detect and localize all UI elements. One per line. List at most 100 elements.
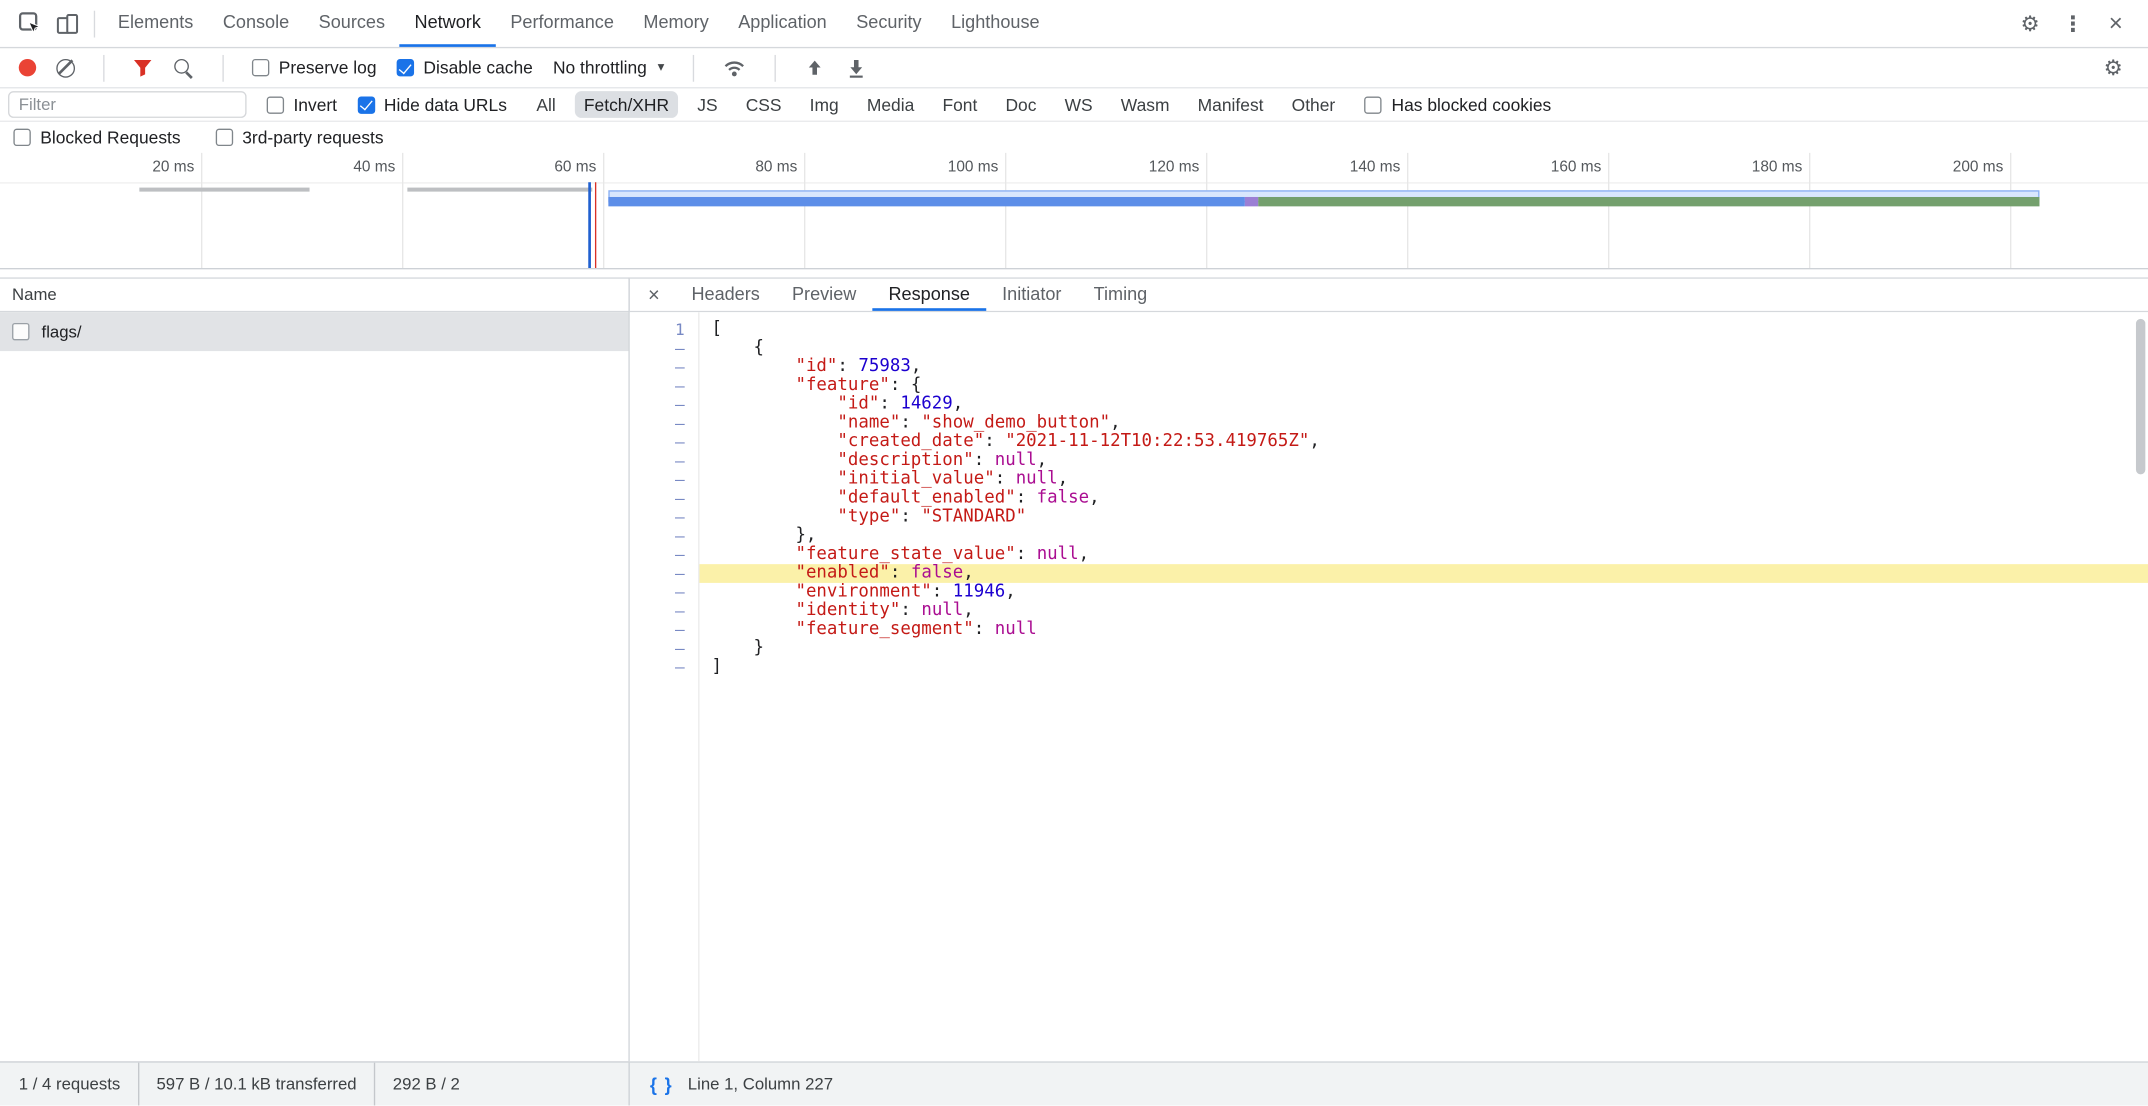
- toolbar-divider: [103, 54, 104, 81]
- request-blocking-bar: Blocked Requests 3rd-party requests: [0, 122, 2148, 153]
- tab-response[interactable]: Response: [872, 279, 986, 311]
- filter-type-ws[interactable]: WS: [1055, 91, 1102, 118]
- filter-funnel-icon[interactable]: [133, 58, 153, 78]
- disable-cache-checkbox[interactable]: Disable cache: [397, 58, 533, 78]
- settings-gear-icon[interactable]: ⚙: [2014, 10, 2046, 37]
- close-detail-icon[interactable]: ×: [632, 279, 675, 311]
- request-bar-sliver: [1245, 197, 1258, 206]
- tab-security[interactable]: Security: [841, 0, 936, 47]
- filter-type-media[interactable]: Media: [857, 91, 923, 118]
- gutter-line-marker: –: [630, 414, 698, 433]
- record-button[interactable]: [19, 59, 36, 76]
- overview-grid[interactable]: 20 ms40 ms60 ms80 ms100 ms120 ms140 ms16…: [0, 153, 2148, 270]
- network-settings-gear-icon[interactable]: ⚙: [2097, 54, 2129, 81]
- checkbox-label: 3rd-party requests: [242, 127, 383, 147]
- toolbar-divider: [222, 54, 223, 81]
- code-line: "initial_value": null,: [699, 470, 2148, 489]
- scrollbar-thumb[interactable]: [2136, 319, 2145, 474]
- device-toolbar-icon[interactable]: [48, 5, 86, 43]
- name-column-header[interactable]: Name: [0, 285, 57, 304]
- gutter-line-marker: –: [630, 564, 698, 583]
- gutter-line-marker: –: [630, 452, 698, 471]
- filter-type-all[interactable]: All: [527, 91, 565, 118]
- toolbar-divider: [774, 54, 775, 81]
- tab-performance[interactable]: Performance: [496, 0, 629, 47]
- filter-type-manifest[interactable]: Manifest: [1188, 91, 1273, 118]
- close-devtools-icon[interactable]: ×: [2100, 9, 2132, 37]
- overview-gridline: [1005, 153, 1006, 268]
- gutter-line-marker: 1: [630, 320, 698, 339]
- gutter-line-marker: –: [630, 658, 698, 677]
- code-line: }: [699, 639, 2148, 658]
- tab-console[interactable]: Console: [208, 0, 304, 47]
- network-toolbar: Preserve log Disable cache No throttling…: [0, 48, 2148, 88]
- request-bar-small-1: [139, 188, 309, 192]
- code-line: "feature_segment": null: [699, 620, 2148, 639]
- tab-timing[interactable]: Timing: [1078, 279, 1164, 311]
- overview-gridline: [1608, 153, 1609, 268]
- tab-application[interactable]: Application: [723, 0, 841, 47]
- filter-type-fetch-xhr[interactable]: Fetch/XHR: [575, 91, 679, 118]
- filter-type-img[interactable]: Img: [800, 91, 848, 118]
- export-har-icon[interactable]: [845, 57, 866, 78]
- hide-data-urls-checkbox[interactable]: Hide data URLs: [357, 94, 507, 114]
- tab-elements[interactable]: Elements: [103, 0, 208, 47]
- overview-gridline: [201, 153, 202, 268]
- throttling-dropdown[interactable]: No throttling ▾: [553, 58, 664, 78]
- code-line: "description": null,: [699, 452, 2148, 471]
- checkbox-label: Hide data URLs: [384, 94, 507, 114]
- tab-sources[interactable]: Sources: [304, 0, 400, 47]
- tab-network[interactable]: Network: [400, 0, 496, 47]
- checkbox-box: [267, 96, 284, 113]
- has-blocked-cookies-checkbox[interactable]: Has blocked cookies: [1365, 94, 1552, 114]
- code-line: "environment": 11946,: [699, 583, 2148, 602]
- load-event-line: [594, 182, 596, 268]
- filter-type-wasm[interactable]: Wasm: [1111, 91, 1178, 118]
- code-line: [: [699, 320, 2148, 339]
- checkbox-box: [1365, 96, 1382, 113]
- import-har-icon[interactable]: [804, 57, 825, 78]
- request-detail-panel: × HeadersPreviewResponseInitiatorTiming …: [630, 277, 2148, 1061]
- checkbox-box: [215, 129, 232, 146]
- request-list: flags/: [0, 312, 628, 1061]
- filter-type-css[interactable]: CSS: [736, 91, 791, 118]
- filter-input[interactable]: [8, 91, 247, 118]
- format-braces-icon[interactable]: { }: [650, 1074, 673, 1094]
- more-options-icon[interactable]: ⋮: [2057, 10, 2089, 37]
- gutter-line-marker: –: [630, 639, 698, 658]
- overview-time-label: 180 ms: [1709, 159, 1803, 175]
- devtools-tabbar: ElementsConsoleSourcesNetworkPerformance…: [0, 0, 2148, 48]
- requests-panel: Name flags/: [0, 277, 630, 1061]
- code-line: "identity": null,: [699, 602, 2148, 621]
- overview-gridline: [1206, 153, 1207, 268]
- third-party-requests-checkbox[interactable]: 3rd-party requests: [215, 127, 383, 147]
- request-row[interactable]: flags/: [0, 312, 628, 351]
- network-conditions-icon[interactable]: [722, 58, 746, 78]
- overview-time-label: 140 ms: [1307, 159, 1401, 175]
- file-icon: [12, 323, 29, 340]
- editor-status: { } Line 1, Column 227: [630, 1063, 2148, 1106]
- blocked-requests-checkbox[interactable]: Blocked Requests: [13, 127, 180, 147]
- tab-memory[interactable]: Memory: [629, 0, 724, 47]
- devtools-window: ElementsConsoleSourcesNetworkPerformance…: [0, 0, 2148, 1106]
- clear-requests-icon[interactable]: [56, 58, 75, 77]
- search-icon[interactable]: [173, 57, 194, 78]
- checkbox-label: Invert: [293, 94, 337, 114]
- overview-time-label: 80 ms: [704, 159, 798, 175]
- filter-type-doc[interactable]: Doc: [996, 91, 1046, 118]
- detail-tabbar-tabs: HeadersPreviewResponseInitiatorTiming: [675, 279, 1163, 311]
- panel-gap: [0, 269, 2148, 277]
- throttling-value: No throttling: [553, 58, 647, 78]
- tab-initiator[interactable]: Initiator: [986, 279, 1077, 311]
- tab-preview[interactable]: Preview: [776, 279, 873, 311]
- filter-type-font[interactable]: Font: [933, 91, 987, 118]
- filter-type-other[interactable]: Other: [1282, 91, 1344, 118]
- inspect-element-icon[interactable]: [11, 5, 49, 43]
- gutter-line-marker: –: [630, 545, 698, 564]
- gutter-line-marker: –: [630, 377, 698, 396]
- tab-headers[interactable]: Headers: [675, 279, 776, 311]
- preserve-log-checkbox[interactable]: Preserve log: [252, 58, 377, 78]
- tab-lighthouse[interactable]: Lighthouse: [936, 0, 1054, 47]
- filter-type-js[interactable]: JS: [688, 91, 727, 118]
- invert-checkbox[interactable]: Invert: [267, 94, 337, 114]
